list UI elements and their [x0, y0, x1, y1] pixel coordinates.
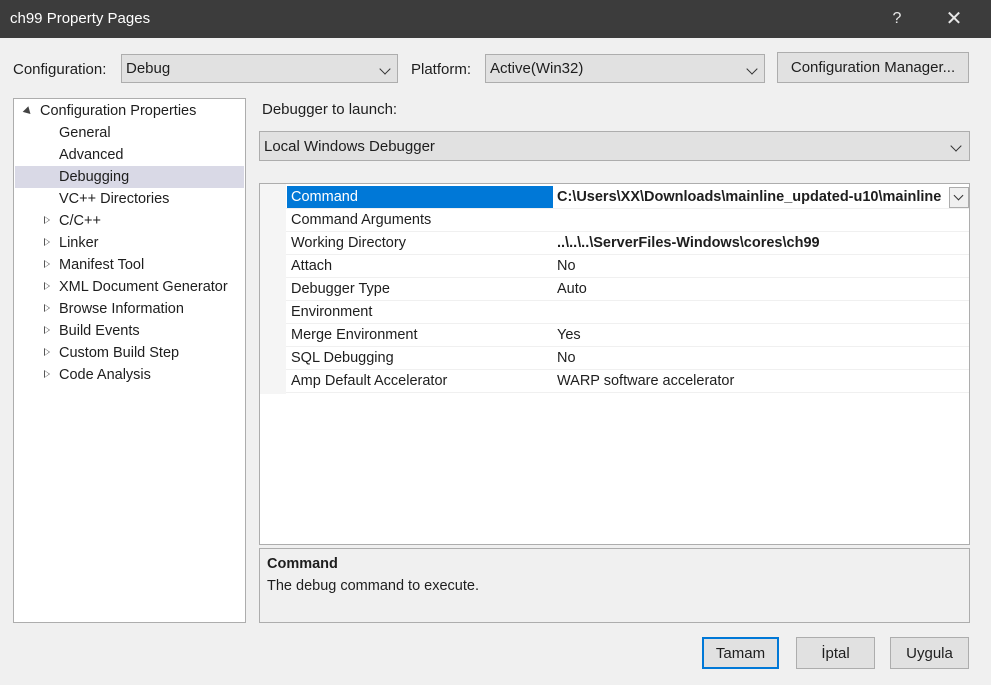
- property-value[interactable]: No: [555, 347, 969, 369]
- tree-item[interactable]: C/C++: [15, 210, 244, 232]
- chevron-down-icon: [950, 140, 962, 152]
- collapsed-triangle-icon: [44, 348, 50, 356]
- platform-dropdown[interactable]: Active(Win32): [485, 54, 765, 83]
- tree-item-label: Manifest Tool: [59, 257, 145, 273]
- description-text: The debug command to execute.: [267, 578, 479, 594]
- description-title: Command: [267, 556, 338, 572]
- property-row[interactable]: Command C:\Users\XX\Downloads\mainline_up…: [286, 186, 969, 209]
- tree-item[interactable]: Custom Build Step: [15, 342, 244, 364]
- collapsed-triangle-icon: [44, 238, 50, 246]
- collapsed-triangle-icon: [44, 370, 50, 378]
- property-value[interactable]: ..\..\..\ServerFiles-Windows\cores\ch99: [555, 232, 969, 254]
- collapsed-triangle-icon: [44, 326, 50, 334]
- platform-value: Active(Win32): [490, 60, 584, 77]
- apply-button[interactable]: Uygula: [890, 637, 969, 669]
- property-value[interactable]: Auto: [555, 278, 969, 300]
- property-value[interactable]: [555, 301, 969, 323]
- configuration-value: Debug: [126, 60, 171, 77]
- property-name: Command: [287, 186, 553, 208]
- collapsed-triangle-icon: [44, 282, 50, 290]
- property-value[interactable]: Yes: [555, 324, 969, 346]
- tree-item[interactable]: Debugging: [15, 166, 244, 188]
- tree-item-label: Build Events: [59, 323, 140, 339]
- tree-item-label: Browse Information: [59, 301, 184, 317]
- property-name: Command Arguments: [291, 212, 432, 228]
- tree-item[interactable]: Browse Information: [15, 298, 244, 320]
- property-value[interactable]: No: [555, 255, 969, 277]
- property-value[interactable]: [555, 209, 969, 231]
- property-row[interactable]: Amp Default Accelerator WARP software acc…: [286, 370, 969, 393]
- property-row[interactable]: Command Arguments: [286, 209, 969, 232]
- property-name: Merge Environment: [291, 327, 418, 343]
- grid-gutter: [260, 184, 286, 394]
- property-row[interactable]: Environment: [286, 301, 969, 324]
- chevron-down-icon: [746, 63, 758, 75]
- help-button[interactable]: ?: [885, 7, 909, 31]
- property-row[interactable]: Debugger Type Auto: [286, 278, 969, 301]
- cancel-button[interactable]: İptal: [796, 637, 875, 669]
- tree-item-label: XML Document Generator: [59, 279, 228, 295]
- configuration-label: Configuration:: [13, 61, 107, 78]
- property-row[interactable]: Attach No: [286, 255, 969, 278]
- tree-item[interactable]: Linker: [15, 232, 244, 254]
- chevron-down-icon: [379, 63, 391, 75]
- tree-item[interactable]: VC++ Directories: [15, 188, 244, 210]
- tree-root-label: Configuration Properties: [40, 103, 197, 119]
- ok-button[interactable]: Tamam: [702, 637, 779, 669]
- expanded-triangle-icon: [22, 106, 34, 117]
- tree-item-label: Advanced: [59, 147, 124, 163]
- tree-item-label: Debugging: [59, 169, 130, 185]
- tree-item-label: Linker: [59, 235, 99, 251]
- tree-item[interactable]: Advanced: [15, 144, 244, 166]
- property-row[interactable]: Merge Environment Yes: [286, 324, 969, 347]
- tree-item[interactable]: Code Analysis: [15, 364, 244, 386]
- property-name: Amp Default Accelerator: [291, 373, 448, 389]
- debugger-label: Debugger to launch:: [262, 101, 398, 118]
- debugger-value: Local Windows Debugger: [264, 138, 435, 155]
- tree-item-label: Custom Build Step: [59, 345, 180, 361]
- property-row[interactable]: SQL Debugging No: [286, 347, 969, 370]
- tree-item[interactable]: Build Events: [15, 320, 244, 342]
- platform-label: Platform:: [411, 61, 472, 78]
- tree-item-label: Code Analysis: [59, 367, 151, 383]
- tree-item-label: VC++ Directories: [59, 191, 170, 207]
- property-value[interactable]: C:\Users\XX\Downloads\mainline_updated-u…: [555, 186, 947, 208]
- category-tree: Configuration Properties General Advanced…: [13, 98, 246, 623]
- tree-item[interactable]: Manifest Tool: [15, 254, 244, 276]
- property-row[interactable]: Working Directory ..\..\..\ServerFiles-Wi…: [286, 232, 969, 255]
- tree-item[interactable]: XML Document Generator: [15, 276, 244, 298]
- property-name: Attach: [291, 258, 333, 274]
- collapsed-triangle-icon: [44, 216, 50, 224]
- description-panel: Command The debug command to execute.: [259, 548, 970, 623]
- configuration-manager-button[interactable]: Configuration Manager...: [777, 52, 969, 83]
- tree-item-label: General: [59, 125, 111, 141]
- title-bar: ch99 Property Pages ? ✕: [0, 0, 991, 38]
- value-dropdown-button[interactable]: [949, 187, 969, 208]
- window-title: ch99 Property Pages: [10, 10, 151, 27]
- property-name: Working Directory: [291, 235, 406, 251]
- tree-item[interactable]: General: [15, 122, 244, 144]
- chevron-down-icon: [953, 190, 964, 201]
- collapsed-triangle-icon: [44, 260, 50, 268]
- property-name: Environment: [291, 304, 373, 320]
- property-value[interactable]: WARP software accelerator: [555, 370, 969, 392]
- collapsed-triangle-icon: [44, 304, 50, 312]
- property-grid: Command C:\Users\XX\Downloads\mainline_up…: [259, 183, 970, 545]
- close-button[interactable]: ✕: [940, 7, 968, 31]
- tree-root[interactable]: Configuration Properties: [15, 100, 244, 122]
- tree-item-label: C/C++: [59, 213, 101, 229]
- configuration-dropdown[interactable]: Debug: [121, 54, 398, 83]
- debugger-dropdown[interactable]: Local Windows Debugger: [259, 131, 970, 161]
- property-name: SQL Debugging: [291, 350, 394, 366]
- property-name: Debugger Type: [291, 281, 390, 297]
